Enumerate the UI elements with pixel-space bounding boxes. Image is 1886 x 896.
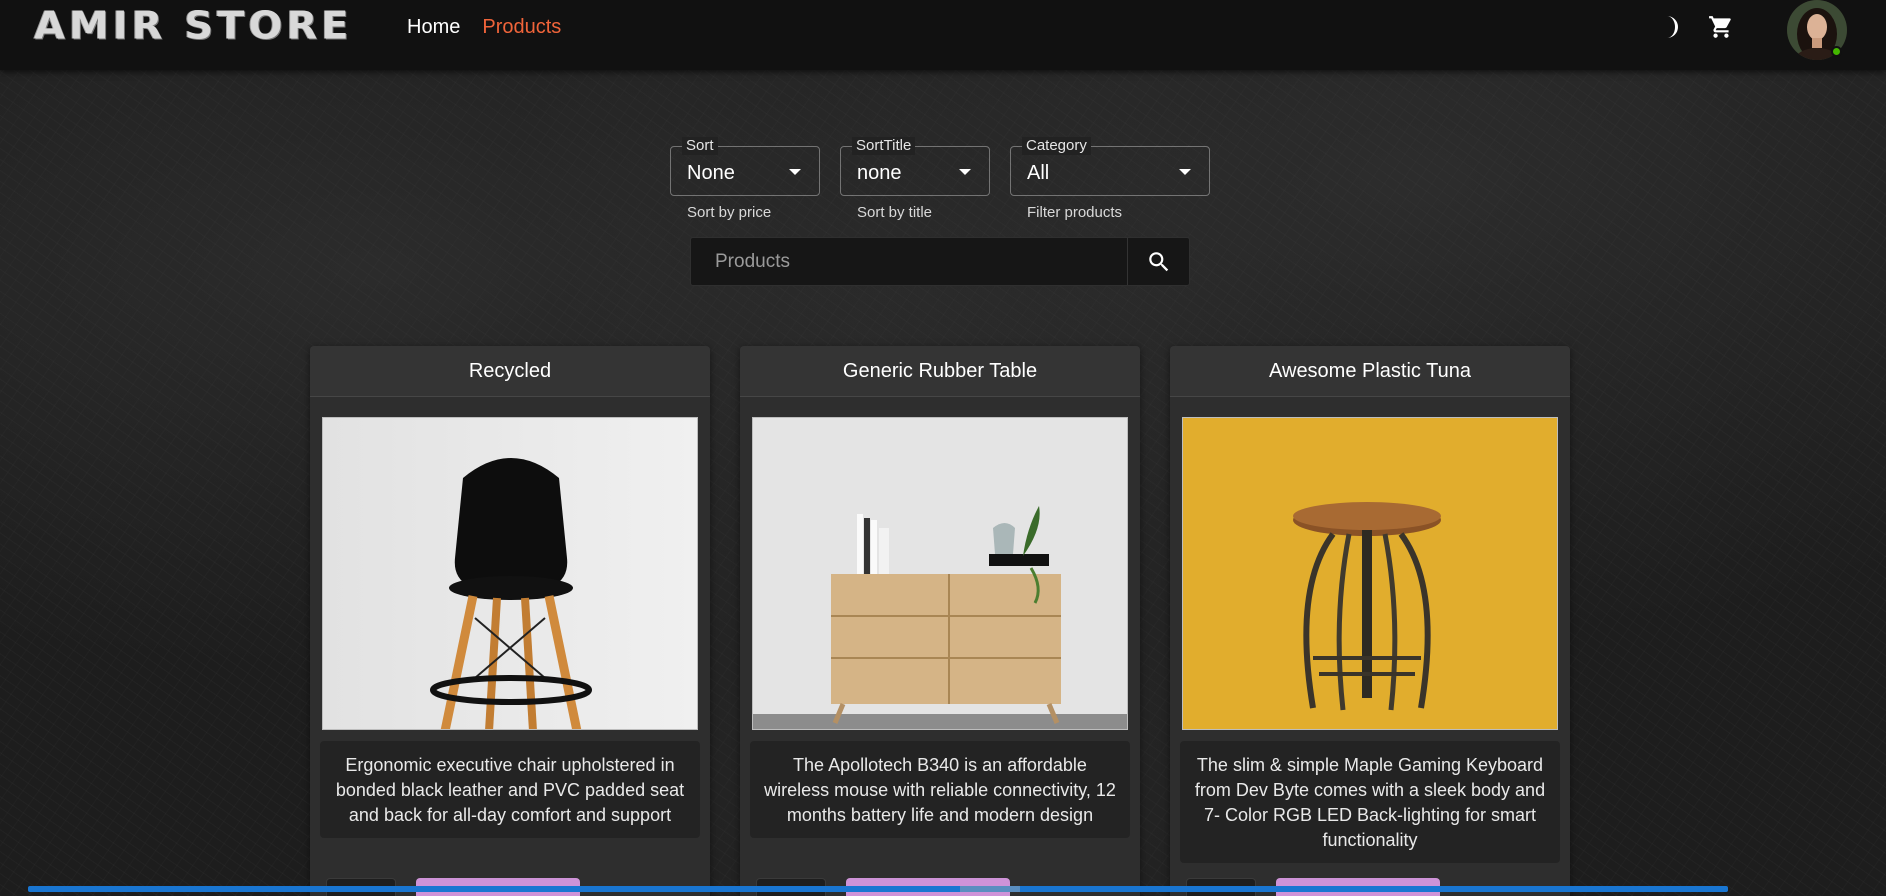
category-label: Category xyxy=(1022,137,1091,155)
store-logo[interactable]: AMIR STORE xyxy=(34,7,353,45)
sort-select[interactable]: Sort None xyxy=(670,137,820,196)
caret-down-icon xyxy=(789,169,801,175)
product-description: The Apollotech B340 is an affordable wir… xyxy=(750,741,1130,838)
category-helper: Filter products xyxy=(1027,204,1123,221)
product-title[interactable]: Recycled xyxy=(310,346,710,397)
search-icon xyxy=(1148,251,1168,271)
cart-button[interactable] xyxy=(1704,10,1738,44)
search-bar xyxy=(690,237,1190,286)
product-title[interactable]: Generic Rubber Table xyxy=(740,346,1140,397)
scroll-thumb[interactable] xyxy=(960,886,1020,892)
product-image[interactable] xyxy=(752,417,1128,730)
sort-label: Sort xyxy=(682,137,718,155)
category-value: All xyxy=(1027,162,1050,184)
sort-title-select[interactable]: SortTitle none xyxy=(840,137,990,196)
navbar: AMIR STORE Home Products xyxy=(0,0,1886,70)
caret-down-icon xyxy=(1179,169,1191,175)
product-description: The slim & simple Maple Gaming Keyboard … xyxy=(1180,741,1560,863)
product-image[interactable] xyxy=(322,417,698,730)
product-card: Generic Rubber Table The Apollotech B340… xyxy=(740,346,1140,896)
product-image[interactable] xyxy=(1182,417,1558,730)
main-nav: Home Products xyxy=(407,14,561,40)
sort-title-helper: Sort by title xyxy=(857,204,933,221)
category-select[interactable]: Category All xyxy=(1010,137,1210,196)
shopping-cart-icon xyxy=(1709,16,1731,38)
nav-home[interactable]: Home xyxy=(407,14,460,40)
product-card: Awesome Plastic Tuna The slim & simple M… xyxy=(1170,346,1570,896)
moon-icon xyxy=(1667,16,1678,38)
dark-mode-toggle[interactable] xyxy=(1654,10,1688,44)
product-card: Recycled Ergonomic executive chair uphol… xyxy=(310,346,710,896)
nav-products[interactable]: Products xyxy=(482,14,561,40)
product-description: Ergonomic executive chair upholstered in… xyxy=(320,741,700,838)
product-title[interactable]: Awesome Plastic Tuna xyxy=(1170,346,1570,397)
search-input[interactable] xyxy=(691,238,1127,285)
page-progress-bar xyxy=(28,886,1728,892)
sort-title-label: SortTitle xyxy=(852,137,916,155)
sort-helper: Sort by price xyxy=(687,204,772,221)
online-status-badge xyxy=(1831,46,1842,57)
search-button[interactable] xyxy=(1127,238,1189,285)
caret-down-icon xyxy=(959,169,971,175)
sort-value: None xyxy=(687,162,735,184)
sort-title-value: none xyxy=(857,162,902,184)
